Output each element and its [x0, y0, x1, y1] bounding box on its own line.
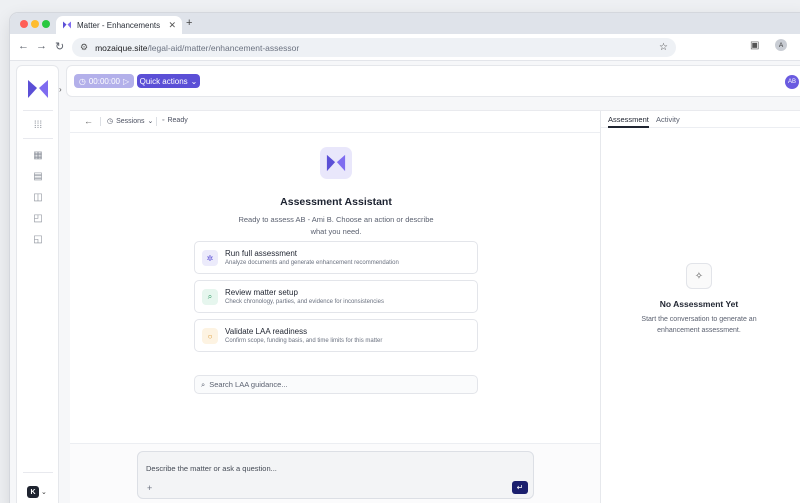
action-description: Analyze documents and generate enhanceme… — [225, 260, 399, 266]
browser-tab[interactable]: Matter - Enhancements ✕ — [56, 16, 182, 34]
play-icon: ▷ — [122, 76, 130, 86]
butterfly-logo-icon — [326, 154, 346, 172]
side-panel-icon[interactable]: ▣ — [750, 40, 759, 51]
send-button[interactable]: ↵ — [512, 481, 528, 494]
apps-grid-icon[interactable]: ⁞⁞⁞ — [31, 118, 45, 132]
url-domain: mozaique.site — [95, 42, 148, 53]
action-validate-laa-readiness[interactable]: ○ Validate LAA readiness Confirm scope, … — [194, 319, 478, 352]
sessions-dropdown[interactable]: ◷ Sessions ⌄ — [107, 117, 154, 126]
new-tab-button[interactable]: + — [186, 17, 192, 29]
assistant-logo — [320, 147, 352, 179]
attach-plus-icon[interactable]: + — [147, 483, 152, 493]
browser-menu-icon[interactable]: ⋮ — [796, 40, 800, 51]
composer-placeholder: Describe the matter or ask a question... — [146, 464, 277, 473]
forward-arrow-icon[interactable]: → — [36, 40, 47, 52]
empty-state-description: Start the conversation to generate an en… — [641, 316, 757, 334]
tab-close-icon[interactable]: ✕ — [168, 20, 176, 31]
timer-value: 00:00:00 — [88, 76, 120, 86]
divider — [100, 117, 101, 126]
circle-icon: ○ — [202, 328, 218, 344]
action-description: Check chronology, parties, and evidence … — [225, 299, 384, 305]
minimize-window-button[interactable] — [31, 20, 39, 28]
workspace-icon: K — [27, 486, 39, 498]
document-icon[interactable]: ◰ — [31, 211, 45, 225]
clock-icon: ◷ — [78, 76, 86, 86]
sidebar: ⁞⁞⁞ ▦ ▤ ◫ ◰ ◱ K ⌄ — [16, 65, 59, 503]
history-icon: ◷ — [107, 118, 114, 125]
sessions-label: Sessions — [116, 117, 145, 125]
back-arrow-icon[interactable]: ← — [18, 40, 29, 52]
assistant-panel: Assessment Assistant Ready to assess AB … — [70, 133, 600, 443]
app-area: ⁞⁞⁞ ▦ ▤ ◫ ◰ ◱ K ⌄ › ◷ 00:00:00 ▷ Quick a… — [10, 61, 800, 503]
sidebar-divider — [23, 138, 53, 139]
empty-state-title: No Assessment Yet — [659, 299, 739, 309]
tab-activity[interactable]: Activity — [656, 115, 680, 124]
mozaique-logo-icon[interactable] — [27, 78, 49, 100]
action-title: Review matter setup — [225, 288, 298, 297]
divider — [156, 117, 157, 126]
profile-avatar[interactable]: A — [775, 39, 787, 51]
user-avatar[interactable]: AB — [785, 75, 799, 89]
chevron-down-icon: ⌄ — [147, 118, 154, 125]
workspace-switcher[interactable]: K ⌄ — [27, 484, 51, 500]
assessment-panel: Assessment Activity ✧ No Assessment Yet … — [600, 111, 800, 503]
chevron-down-icon: ⌄ — [190, 76, 198, 86]
action-title: Validate LAA readiness — [225, 327, 308, 336]
tab-assessment[interactable]: Assessment — [608, 115, 649, 128]
main-panel: ← ◷ Sessions ⌄ ◦ Ready Assessment Assist… — [70, 110, 800, 503]
action-review-matter-setup[interactable]: ⌕ Review matter setup Check chronology, … — [194, 280, 478, 313]
sidebar-divider — [23, 110, 53, 111]
browser-toolbar: ← → ↻ ⚙ mozaique.site /legal-aid/matter/… — [10, 34, 800, 61]
message-composer[interactable]: Describe the matter or ask a question...… — [137, 451, 534, 499]
action-run-full-assessment[interactable]: ✲ Run full assessment Analyze documents … — [194, 241, 478, 274]
search-placeholder: Search LAA guidance... — [209, 380, 288, 389]
assessment-tabs: Assessment Activity — [601, 111, 800, 128]
back-arrow-icon[interactable]: ← — [84, 116, 93, 126]
status-indicator: ◦ Ready — [162, 117, 188, 124]
tab-strip: Matter - Enhancements ✕ + — [10, 13, 800, 34]
app-header: ◷ 00:00:00 ▷ Quick actions ⌄ AB — [66, 65, 800, 97]
search-icon: ⌕ — [201, 379, 206, 389]
file-icon[interactable]: ◱ — [31, 232, 45, 246]
action-description: Confirm scope, funding basis, and time l… — [225, 338, 383, 344]
calendar-icon[interactable]: ▤ — [31, 169, 45, 183]
browser-window: Matter - Enhancements ✕ + ← → ↻ ⚙ mozaiq… — [10, 13, 800, 503]
search-icon: ⌕ — [202, 289, 218, 305]
sparkle-icon: ✧ — [686, 263, 712, 289]
dashboard-icon[interactable]: ▦ — [31, 148, 45, 162]
mozaique-favicon-icon — [63, 21, 71, 29]
address-bar[interactable]: ⚙ mozaique.site /legal-aid/matter/enhanc… — [72, 38, 676, 57]
site-settings-icon[interactable]: ⚙ — [80, 42, 88, 53]
maximize-window-button[interactable] — [42, 20, 50, 28]
quick-actions-button[interactable]: Quick actions ⌄ — [137, 74, 200, 88]
sidebar-divider — [23, 472, 53, 473]
tab-title: Matter - Enhancements — [77, 20, 161, 30]
sidebar-expand-icon[interactable]: › — [59, 85, 62, 94]
action-title: Run full assessment — [225, 249, 298, 258]
close-window-button[interactable] — [20, 20, 28, 28]
reload-icon[interactable]: ↻ — [55, 40, 64, 53]
chevron-down-icon: ⌄ — [41, 489, 47, 496]
timer-button[interactable]: ◷ 00:00:00 ▷ — [74, 74, 134, 88]
status-label: Ready — [167, 117, 188, 124]
composer-area: Describe the matter or ask a question...… — [70, 443, 600, 503]
briefcase-icon[interactable]: ◫ — [31, 190, 45, 204]
page-subtitle: Ready to assess AB - Ami B. Choose an ac… — [238, 215, 434, 236]
laa-guidance-search[interactable]: ⌕ Search LAA guidance... — [194, 375, 478, 394]
status-dot-icon: ◦ — [162, 117, 165, 124]
url-path: /legal-aid/matter/enhancement-assessor — [147, 42, 300, 53]
gear-icon: ✲ — [202, 250, 218, 266]
quick-actions-label: Quick actions — [139, 76, 188, 86]
bookmark-star-icon[interactable]: ☆ — [659, 42, 668, 53]
page-title: Assessment Assistant — [280, 196, 392, 208]
